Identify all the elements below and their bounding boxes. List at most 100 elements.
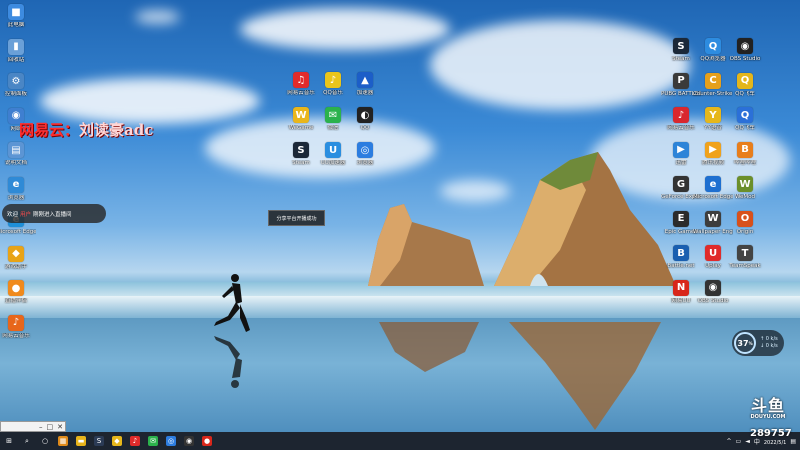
minimize-icon[interactable]: – bbox=[39, 423, 43, 431]
taskbar-app-yellow-button[interactable]: ◆ bbox=[108, 432, 126, 450]
app-icon: C bbox=[705, 72, 721, 89]
network-icon[interactable]: ▭ bbox=[736, 438, 742, 445]
desktop-icon-label: Microsoft Edge bbox=[0, 229, 36, 235]
app-icon: ▶ bbox=[705, 141, 721, 158]
desktop-icon[interactable]: ◐ QQ bbox=[345, 107, 385, 147]
app-icon: B bbox=[737, 141, 753, 158]
streamer-watermark: 网易云：刘读豪adc bbox=[19, 119, 153, 140]
desktop-icon-label: QQ bbox=[360, 125, 370, 131]
desktop-icon-label: 控制面板 bbox=[4, 91, 27, 97]
taskbar-icons: ⊞ ⌕ ○ ▦ ▬ S ◆ ♪ ✉ ◎ ◉ ● bbox=[0, 432, 216, 450]
taskbar-obs-button[interactable]: ◉ bbox=[180, 432, 198, 450]
app-icon: ▤ bbox=[8, 142, 24, 158]
cpu-usage-widget[interactable]: 37% ↑ 0 k/s ↓ 0 k/s bbox=[732, 330, 784, 356]
app-icon: Q bbox=[737, 107, 753, 123]
toast-text: 分享平台开播成功 bbox=[276, 215, 317, 222]
wechat-icon: ✉ bbox=[148, 436, 158, 446]
app-yellow-icon: ◆ bbox=[112, 436, 122, 446]
taskbar-clock[interactable]: 2022/5/1 bbox=[764, 440, 786, 447]
taskbar: ⊞ ⌕ ○ ▦ ▬ S ◆ ♪ ✉ ◎ ◉ ● ^ ▭ ◄ 中 2022/5/1 ▤ bbox=[0, 432, 800, 450]
cloud bbox=[430, 20, 690, 110]
obs-icon: ◉ bbox=[184, 436, 194, 446]
app-icon: W bbox=[705, 210, 721, 227]
desktop-icon-label: 回收站 bbox=[7, 56, 25, 63]
arch-reflection bbox=[509, 322, 661, 430]
taskbar-windows-start-button[interactable]: ⊞ bbox=[0, 432, 18, 450]
app-icon: W bbox=[737, 176, 753, 192]
taskbar-netease-music-button[interactable]: ♪ bbox=[126, 432, 144, 450]
app-orange-icon: ▦ bbox=[58, 436, 68, 446]
desktop-icon[interactable]: ♪ 网易云音乐 bbox=[0, 314, 36, 355]
app-red-icon: ● bbox=[202, 436, 212, 446]
desktop-icon-label: 说明文档 bbox=[4, 160, 27, 166]
douyu-logo: 斗鱼 DOUYU.COM bbox=[742, 392, 794, 420]
file-explorer-icon: ▬ bbox=[76, 436, 86, 446]
cloud bbox=[240, 8, 450, 50]
welcome-username: 用户 bbox=[20, 211, 32, 218]
app-icon: ♪ bbox=[325, 72, 341, 88]
room-id: 289757 bbox=[750, 428, 792, 439]
app-icon: E bbox=[673, 210, 689, 227]
maximize-icon[interactable]: □ bbox=[47, 423, 54, 431]
search-icon: ⌕ bbox=[25, 436, 29, 445]
app-icon: S bbox=[293, 142, 309, 158]
arch-sea-stack bbox=[494, 152, 676, 286]
app-icon: ● bbox=[8, 280, 24, 296]
app-icon: ◐ bbox=[357, 107, 373, 123]
cpu-usage-unit: % bbox=[748, 340, 753, 346]
desktop-icon-label: 游戏助手 bbox=[4, 263, 27, 270]
netease-music-icon: ♪ bbox=[130, 436, 140, 446]
app-icon: N bbox=[673, 279, 689, 296]
download-speed: 0 k/s bbox=[765, 343, 778, 349]
runner-silhouette bbox=[214, 274, 250, 388]
browser-icon: ◎ bbox=[166, 436, 176, 446]
close-icon[interactable]: ✕ bbox=[57, 423, 63, 431]
taskbar-date: 2022/5/1 bbox=[763, 440, 787, 446]
app-icon: U bbox=[325, 142, 341, 158]
watermark-prefix: 网易云： bbox=[19, 121, 80, 139]
app-icon: e bbox=[705, 176, 721, 192]
steam-icon: S bbox=[94, 436, 104, 446]
desktop-icon[interactable]: ◎ 浏览器 bbox=[345, 142, 385, 182]
taskbar-app-orange-button[interactable]: ▦ bbox=[54, 432, 72, 450]
small-sea-stack bbox=[368, 204, 484, 286]
app-icon: ■ bbox=[8, 4, 24, 20]
taskbar-browser-button[interactable]: ◎ bbox=[162, 432, 180, 450]
welcome-suffix: 刚刚进入直播间 bbox=[33, 211, 72, 218]
app-icon: ▲ bbox=[357, 72, 373, 88]
welcome-prefix: 欢迎 bbox=[7, 211, 19, 218]
cpu-usage-value: 37 bbox=[737, 338, 749, 348]
desktop-icon-label: 哔哩哔哩 bbox=[733, 159, 756, 166]
desktop-icon-label: Origin bbox=[736, 228, 754, 235]
app-icon: ♫ bbox=[293, 72, 309, 88]
desktop-icon[interactable]: ▲ 加速器 bbox=[345, 72, 385, 112]
desktop-icon-label: OBS Studio bbox=[729, 56, 761, 62]
toast-notification: 分享平台开播成功 bbox=[268, 210, 325, 226]
taskbar-file-explorer-button[interactable]: ▬ bbox=[72, 432, 90, 450]
app-icon: T bbox=[737, 245, 753, 261]
tray-up-arrow-icon[interactable]: ^ bbox=[727, 438, 732, 445]
taskbar-search-button[interactable]: ⌕ bbox=[18, 432, 36, 450]
app-icon: ▶ bbox=[673, 141, 689, 158]
desktop-icon-label: TeamSpeak bbox=[729, 263, 761, 269]
taskbar-wechat-button[interactable]: ✉ bbox=[144, 432, 162, 450]
taskbar-task-view-button[interactable]: ○ bbox=[36, 432, 54, 450]
app-icon: O bbox=[737, 210, 753, 227]
welcome-banner: 欢迎 用户 刚刚进入直播间 bbox=[2, 204, 106, 223]
desktop-icon-label: WeMod bbox=[734, 194, 756, 200]
desktop-icon-label: QQ飞车 bbox=[735, 125, 755, 131]
app-icon: B bbox=[673, 245, 689, 261]
app-icon: ⚙ bbox=[8, 73, 24, 89]
desktop-icon[interactable]: ◉ OBS Studio bbox=[693, 279, 733, 320]
taskbar-steam-button[interactable]: S bbox=[90, 432, 108, 450]
taskbar-app-red-button[interactable]: ● bbox=[198, 432, 216, 450]
desktop-icon-label: 加速器 bbox=[356, 90, 374, 96]
task-view-icon: ○ bbox=[41, 437, 49, 445]
app-icon: ✉ bbox=[325, 107, 341, 123]
app-icon: P bbox=[673, 72, 689, 89]
app-icon: Q bbox=[737, 72, 753, 89]
mini-window-bar[interactable]: – □ ✕ bbox=[0, 421, 66, 432]
app-icon: S bbox=[673, 38, 689, 54]
app-icon: ♪ bbox=[8, 314, 24, 331]
cloud bbox=[40, 78, 260, 124]
